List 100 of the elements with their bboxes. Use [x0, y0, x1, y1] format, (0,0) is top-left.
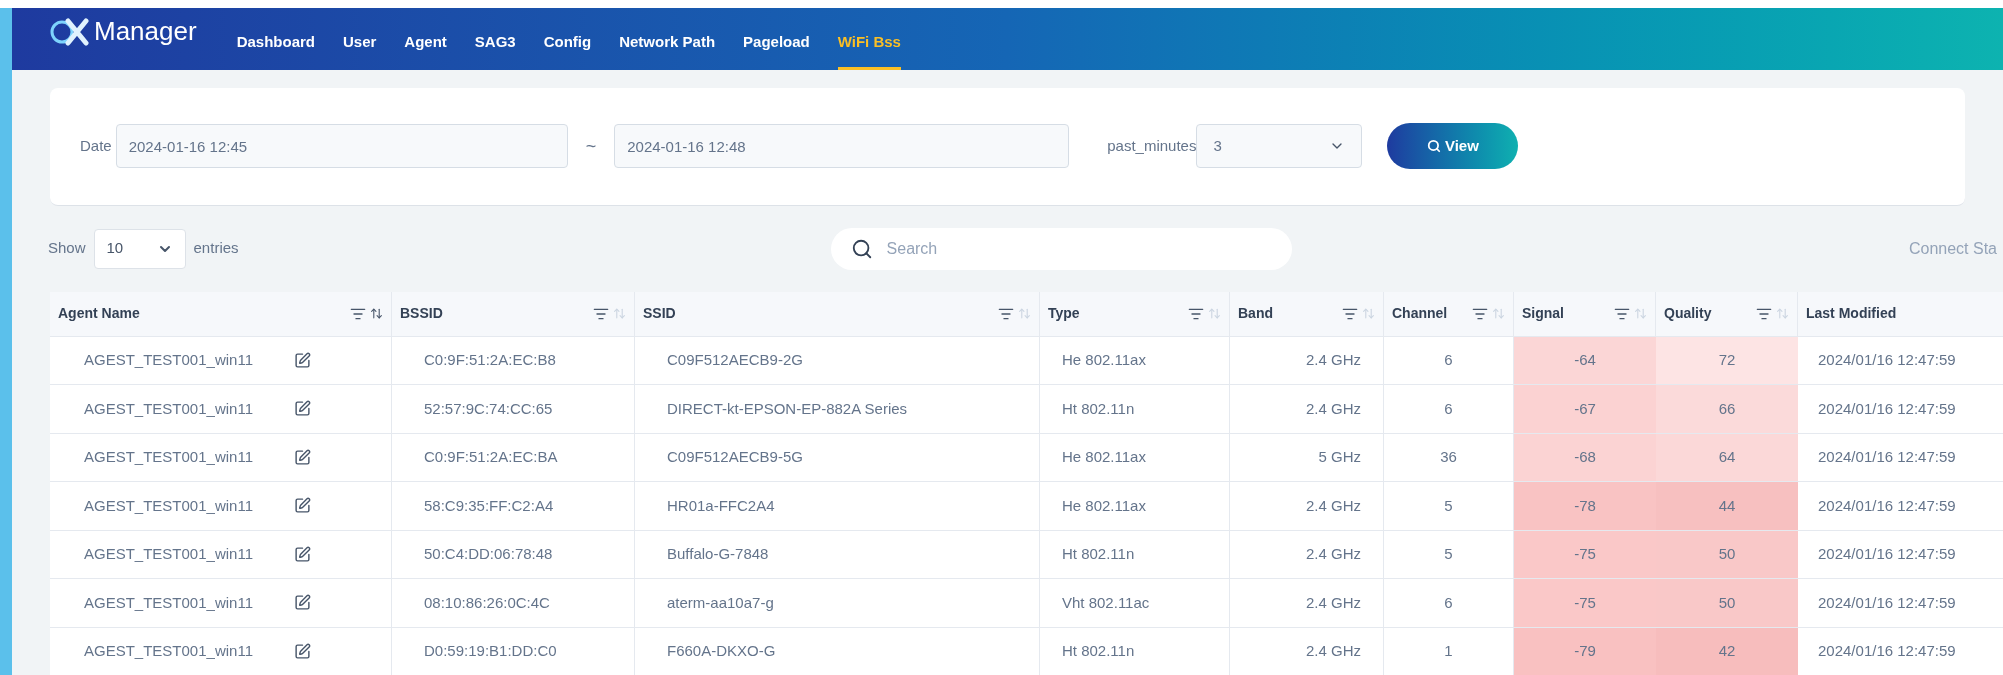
table-cell-text: 08:10:86:26:0C:4C — [424, 592, 550, 613]
page-size-select[interactable]: 10 — [93, 228, 186, 269]
table-cell-text: 2024/01/16 12:47:59 — [1818, 592, 1956, 613]
edit-icon[interactable] — [294, 545, 311, 563]
table-cell-text: AGEST_TEST001_win11 — [84, 641, 253, 661]
logo-icon — [50, 17, 90, 46]
table-cell-text: Vht 802.11ac — [1062, 592, 1150, 613]
signal-cell: -67 — [1514, 385, 1656, 433]
date-from-field[interactable]: 2024-01-16 12:45 — [115, 124, 568, 168]
quality-cell: 64 — [1656, 433, 1798, 481]
quality-cell: 42 — [1656, 627, 1798, 675]
table-cell-text: 52:57:9C:74:CC:65 — [424, 398, 553, 419]
table-cell-text: C0:9F:51:2A:EC:BA — [424, 447, 558, 467]
signal-cell: -64 — [1514, 336, 1656, 384]
table-cell-text: 1 — [1444, 641, 1453, 661]
column-header[interactable]: Band — [1238, 303, 1273, 324]
nav-tab[interactable]: Pageload — [743, 8, 810, 70]
table-cell-text: D0:59:19:B1:DD:C0 — [424, 641, 557, 661]
table-cell-text: 6 — [1444, 398, 1453, 419]
search-icon — [1426, 139, 1441, 153]
edit-icon[interactable] — [294, 448, 311, 466]
date-to-field[interactable]: 2024-01-16 12:48 — [614, 124, 1070, 168]
signal-cell: -79 — [1514, 627, 1656, 675]
table-cell-text: He 802.11ax — [1062, 350, 1146, 370]
nav-tab[interactable]: Agent — [404, 8, 447, 70]
range-separator: ~ — [585, 134, 597, 158]
table-cell-text: 2.4 GHz — [1305, 544, 1361, 564]
table-cell-text: 36 — [1440, 447, 1457, 467]
column-header[interactable]: Quality — [1664, 303, 1712, 324]
column-header[interactable]: Type — [1048, 303, 1080, 324]
column-header[interactable]: Signal — [1522, 303, 1564, 324]
edit-icon[interactable] — [294, 594, 311, 612]
table-cell-text: AGEST_TEST001_win11 — [84, 350, 253, 370]
signal-cell: -68 — [1514, 433, 1656, 481]
table-cell-text: DIRECT-kt-EPSON-EP-882A Series — [667, 398, 908, 419]
connect-status-label: Connect Sta — [1908, 238, 1997, 259]
search-field[interactable]: Search — [830, 227, 1292, 270]
table-cell-text: 2.4 GHz — [1305, 495, 1361, 516]
table-cell-text: 5 — [1444, 495, 1453, 516]
signal-cell: -78 — [1514, 482, 1656, 530]
column-header[interactable]: BSSID — [400, 303, 443, 324]
table-cell-text: aterm-aa10a7-g — [667, 592, 774, 613]
view-button[interactable]: View — [1387, 123, 1519, 169]
quality-cell: 72 — [1656, 336, 1798, 384]
show-label: Show — [48, 238, 86, 259]
table-cell-text: 2024/01/16 12:47:59 — [1818, 641, 1956, 661]
table-cell-text: 5 — [1444, 544, 1453, 564]
quality-cell: 50 — [1656, 579, 1798, 627]
table-cell-text: HR01a-FFC2A4 — [667, 495, 775, 516]
table-cell-text: F660A-DKXO-G — [667, 641, 776, 661]
table-cell-text: AGEST_TEST001_win11 — [84, 398, 253, 419]
table-cell-text: He 802.11ax — [1062, 447, 1146, 467]
table-cell-text: 2024/01/16 12:47:59 — [1818, 350, 1956, 370]
minutes-select[interactable]: 3 — [1196, 124, 1363, 168]
date-label: Date — [80, 135, 112, 156]
table-cell-text: 6 — [1444, 350, 1453, 370]
table-cell-text: Ht 802.11n — [1062, 641, 1135, 661]
entries-label: entries — [193, 238, 239, 259]
edit-icon[interactable] — [294, 642, 311, 660]
quality-cell: 44 — [1656, 482, 1798, 530]
table-cell-text: Ht 802.11n — [1062, 544, 1135, 564]
column-header[interactable]: SSID — [643, 303, 676, 324]
table-cell-text: He 802.11ax — [1062, 495, 1146, 516]
quality-cell: 66 — [1656, 385, 1798, 433]
edit-icon[interactable] — [294, 400, 311, 418]
sort-icon[interactable] — [370, 307, 383, 320]
column-header[interactable]: Agent Name — [58, 303, 140, 324]
nav-tab[interactable]: WiFi Bss — [837, 8, 901, 70]
nav-tab[interactable]: SAG3 — [474, 8, 516, 70]
table-cell-text: 2024/01/16 12:47:59 — [1818, 447, 1956, 467]
edit-icon[interactable] — [294, 497, 311, 515]
table-cell-text: 2024/01/16 12:47:59 — [1818, 398, 1956, 419]
table-cell-text: 6 — [1444, 592, 1453, 613]
table-cell-text: 2024/01/16 12:47:59 — [1818, 495, 1956, 516]
column-header[interactable]: Channel — [1392, 303, 1448, 324]
table-cell-text: 2.4 GHz — [1305, 398, 1361, 419]
table-cell-text: 2024/01/16 12:47:59 — [1818, 544, 1956, 564]
nav-tab[interactable]: Config — [543, 8, 592, 70]
edit-icon[interactable] — [294, 351, 311, 369]
nav-tab[interactable]: Dashboard — [236, 8, 315, 70]
table-cell-text: AGEST_TEST001_win11 — [84, 544, 253, 564]
nav-tab[interactable]: User — [343, 8, 377, 70]
brand-name: Manager — [94, 15, 197, 49]
table-cell-text: AGEST_TEST001_win11 — [84, 495, 253, 516]
table-cell-text: 50:C4:DD:06:78:48 — [424, 544, 553, 564]
minutes-label: past_minutes — [1107, 135, 1197, 156]
table-cell-text: AGEST_TEST001_win11 — [84, 447, 253, 467]
table-cell-text: C0:9F:51:2A:EC:B8 — [424, 350, 556, 370]
table-cell-text: C09F512AECB9-5G — [667, 447, 803, 467]
table-cell-text: 5 GHz — [1318, 447, 1361, 467]
nav-tab[interactable]: Network Path — [619, 8, 716, 70]
table-cell-text: AGEST_TEST001_win11 — [84, 592, 253, 613]
table-cell-text: Buffalo-G-7848 — [667, 544, 769, 564]
signal-cell: -75 — [1514, 530, 1656, 578]
column-header[interactable]: Last Modified — [1806, 303, 1897, 324]
quality-cell: 50 — [1656, 530, 1798, 578]
table-cell-text: 2.4 GHz — [1305, 592, 1361, 613]
table-cell-text: Ht 802.11n — [1062, 398, 1135, 419]
signal-cell: -75 — [1514, 579, 1656, 627]
table-cell-text: 58:C9:35:FF:C2:A4 — [424, 495, 554, 516]
